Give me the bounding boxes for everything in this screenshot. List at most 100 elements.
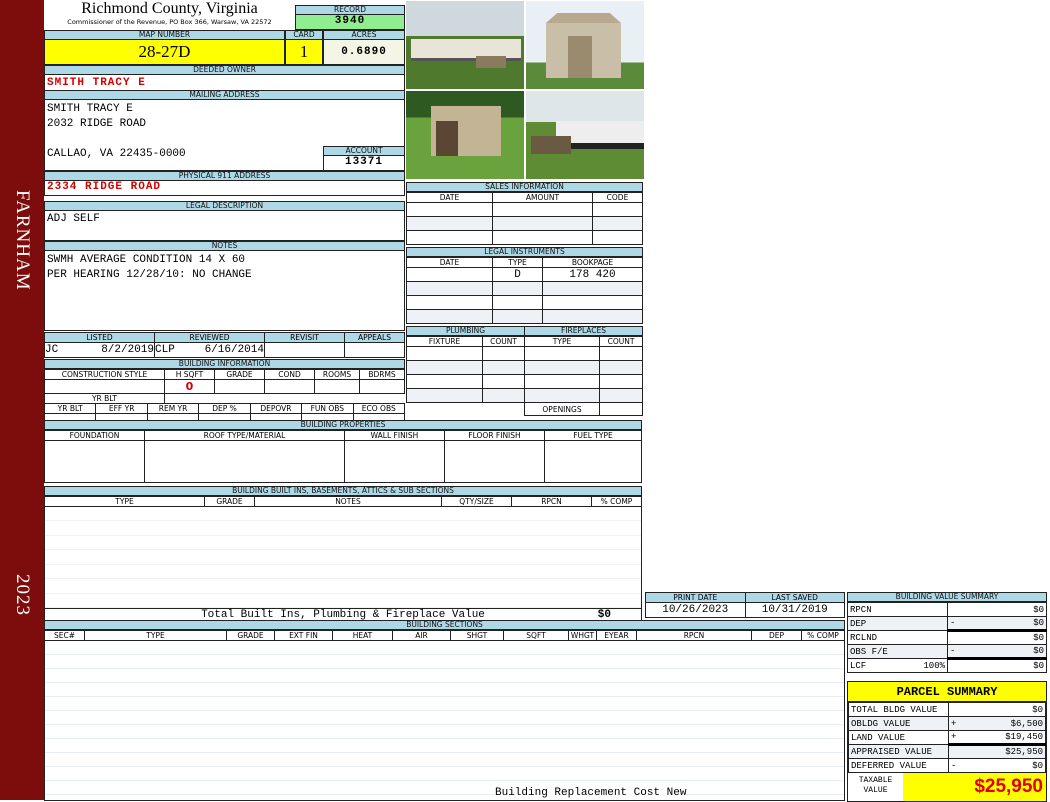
col-eff-yr: EFF YR [95, 403, 148, 414]
mailing-line2: 2032 RIDGE ROAD [47, 118, 147, 130]
acres-value: 0.6890 [323, 40, 405, 65]
mailing-address-block: MAILING ADDRESS SMITH TRACY E 2032 RIDGE… [44, 90, 405, 171]
summary-value: $0 [1033, 604, 1044, 615]
summary-row: LAND VALUE + $19,450 [848, 730, 1046, 746]
sales-label: SALES INFORMATION [406, 182, 643, 192]
mailing-address-label: MAILING ADDRESS [44, 90, 405, 100]
property-photo-4[interactable] [525, 90, 645, 180]
district-name: FARNHAM [12, 189, 33, 291]
col-floor-finish: FLOOR FINISH [444, 430, 545, 441]
col-eco-obs: ECO OBS [352, 403, 406, 414]
col-dep-pct: DEP % [198, 403, 251, 414]
builtins-label: BUILDING BUILT INS, BASEMENTS, ATTICS & … [44, 486, 642, 496]
summary-row: APPRAISED VALUE $25,950 [848, 744, 1046, 759]
built-ins: BUILDING BUILT INS, BASEMENTS, ATTICS & … [44, 486, 642, 624]
col-section-eyear: EYEAR [596, 630, 637, 641]
col-plumb-count: COUNT [482, 336, 525, 347]
account-number: 13371 [323, 156, 405, 171]
hsqft-value: 0 [164, 379, 215, 394]
reviewed-date: 6/16/2014 [204, 344, 264, 356]
col-section-sqft: SQFT [503, 630, 569, 641]
col-construction-style: CONSTRUCTION STYLE [44, 369, 165, 380]
col-grade: GRADE [214, 369, 265, 380]
listed-label: LISTED [44, 332, 155, 343]
col-fp-type: TYPE [524, 336, 600, 347]
summary-row: LCF 100% $0 [847, 658, 1047, 673]
tax-year: 2023 [12, 574, 33, 616]
col-bi-qty: QTY/SIZE [441, 496, 512, 507]
openings-label: OPENINGS [524, 402, 600, 416]
sections-label: BUILDING SECTIONS [44, 620, 845, 630]
summary-row: OBS F/E - $0 [847, 644, 1047, 660]
summary-key: RPCN [850, 604, 872, 615]
property-photo-2[interactable] [525, 0, 645, 90]
taxable-value-label: TAXABLE VALUE [858, 776, 893, 795]
dates-box: PRINT DATE LAST SAVED 10/26/2023 10/31/201… [645, 592, 845, 618]
card-number: 1 [285, 40, 323, 65]
summary-row: TOTAL BLDG VALUE $0 [848, 702, 1046, 717]
col-fuel-type: FUEL TYPE [544, 430, 642, 441]
col-rem-yr: REM YR [146, 403, 200, 414]
parcel-summary-title: PARCEL SUMMARY [848, 682, 1046, 702]
col-section-heat: HEAT [332, 630, 393, 641]
building-value-summary: BUILDING VALUE SUMMARY RPCN $0 DEP - $0 RCLND… [847, 592, 1047, 673]
value-summary-label: BUILDING VALUE SUMMARY [847, 592, 1047, 602]
building-info-label: BUILDING INFORMATION [44, 359, 405, 369]
summary-row: OBLDG VALUE + $6,500 [848, 716, 1046, 731]
physical-address-label: PHYSICAL 911 ADDRESS [44, 171, 405, 181]
reviewed-label: REVIEWED [154, 332, 265, 343]
summary-row: RCLND $0 [847, 630, 1047, 645]
plumbing-label: PLUMBING [406, 326, 525, 336]
print-date: 10/26/2023 [645, 602, 746, 618]
col-section-sec-: SEC# [44, 630, 85, 641]
appeals-label: APPEALS [344, 332, 405, 343]
col-foundation: FOUNDATION [44, 430, 145, 441]
col-bi-grade: GRADE [204, 496, 255, 507]
summary-sign: + [951, 718, 957, 729]
summary-key: RCLND [850, 632, 878, 643]
reviewed-by: CLP [155, 344, 175, 356]
summary-key: OBLDG VALUE [851, 718, 911, 729]
revisit-label: REVISIT [264, 332, 345, 343]
instrument-type: D [492, 267, 543, 282]
col-bi-rpcn: RPCN [511, 496, 592, 507]
instrument-bookpage: 178 420 [542, 267, 643, 282]
col-fp-count: COUNT [599, 336, 643, 347]
summary-key: OBS F/E [850, 646, 888, 657]
summary-value: $0 [1033, 618, 1044, 628]
county-title: Richmond County, Virginia [81, 0, 258, 17]
property-photo-1[interactable] [405, 0, 525, 90]
lcf-percent: 100% [923, 660, 945, 671]
record-label: RECORD [295, 5, 405, 15]
plumbing: PLUMBING FIXTURE COUNT [406, 326, 525, 403]
col-section-air: AIR [392, 630, 451, 641]
col-yr-blt: YR BLT [44, 393, 165, 404]
summary-value: $0 [1033, 646, 1044, 656]
legal-description-label: LEGAL DESCRIPTION [44, 201, 405, 211]
legal-description: ADJ SELF [44, 211, 405, 241]
property-photo-3[interactable] [405, 90, 525, 180]
parcel-summary: PARCEL SUMMARY TOTAL BLDG VALUE $0 OBLDG V… [847, 681, 1047, 802]
print-date-label: PRINT DATE [645, 592, 746, 603]
col-section--comp: % COMP [801, 630, 845, 641]
summary-sign: - [950, 618, 956, 628]
record-box: RECORD 3940 [295, 5, 405, 30]
acres-label: ACRES [323, 30, 405, 40]
account-label: ACCOUNT [323, 146, 405, 156]
deeded-owner: SMITH TRACY E [44, 75, 405, 91]
note-line1: SWMH AVERAGE CONDITION 14 X 60 [47, 254, 246, 266]
col-inst-type: TYPE [492, 257, 543, 268]
map-number-label: MAP NUMBER [44, 30, 285, 40]
col-depovr: DEPOVR [249, 403, 303, 414]
col-fixture: FIXTURE [406, 336, 483, 347]
building-sections: BUILDING SECTIONS SEC# TYPE GRADE EXT FIN HE… [44, 620, 845, 801]
col-fun-obs: FUN OBS [301, 403, 354, 414]
summary-sign: - [950, 646, 956, 656]
col-section-type: TYPE [84, 630, 227, 641]
summary-key: DEP [850, 618, 867, 629]
col-bi-notes: NOTES [254, 496, 442, 507]
col-bookpage: BOOKPAGE [542, 257, 643, 268]
col-rooms: ROOMS [314, 369, 360, 380]
col-inst-date: DATE [406, 257, 493, 268]
listed-date: 8/2/2019 [101, 344, 154, 356]
